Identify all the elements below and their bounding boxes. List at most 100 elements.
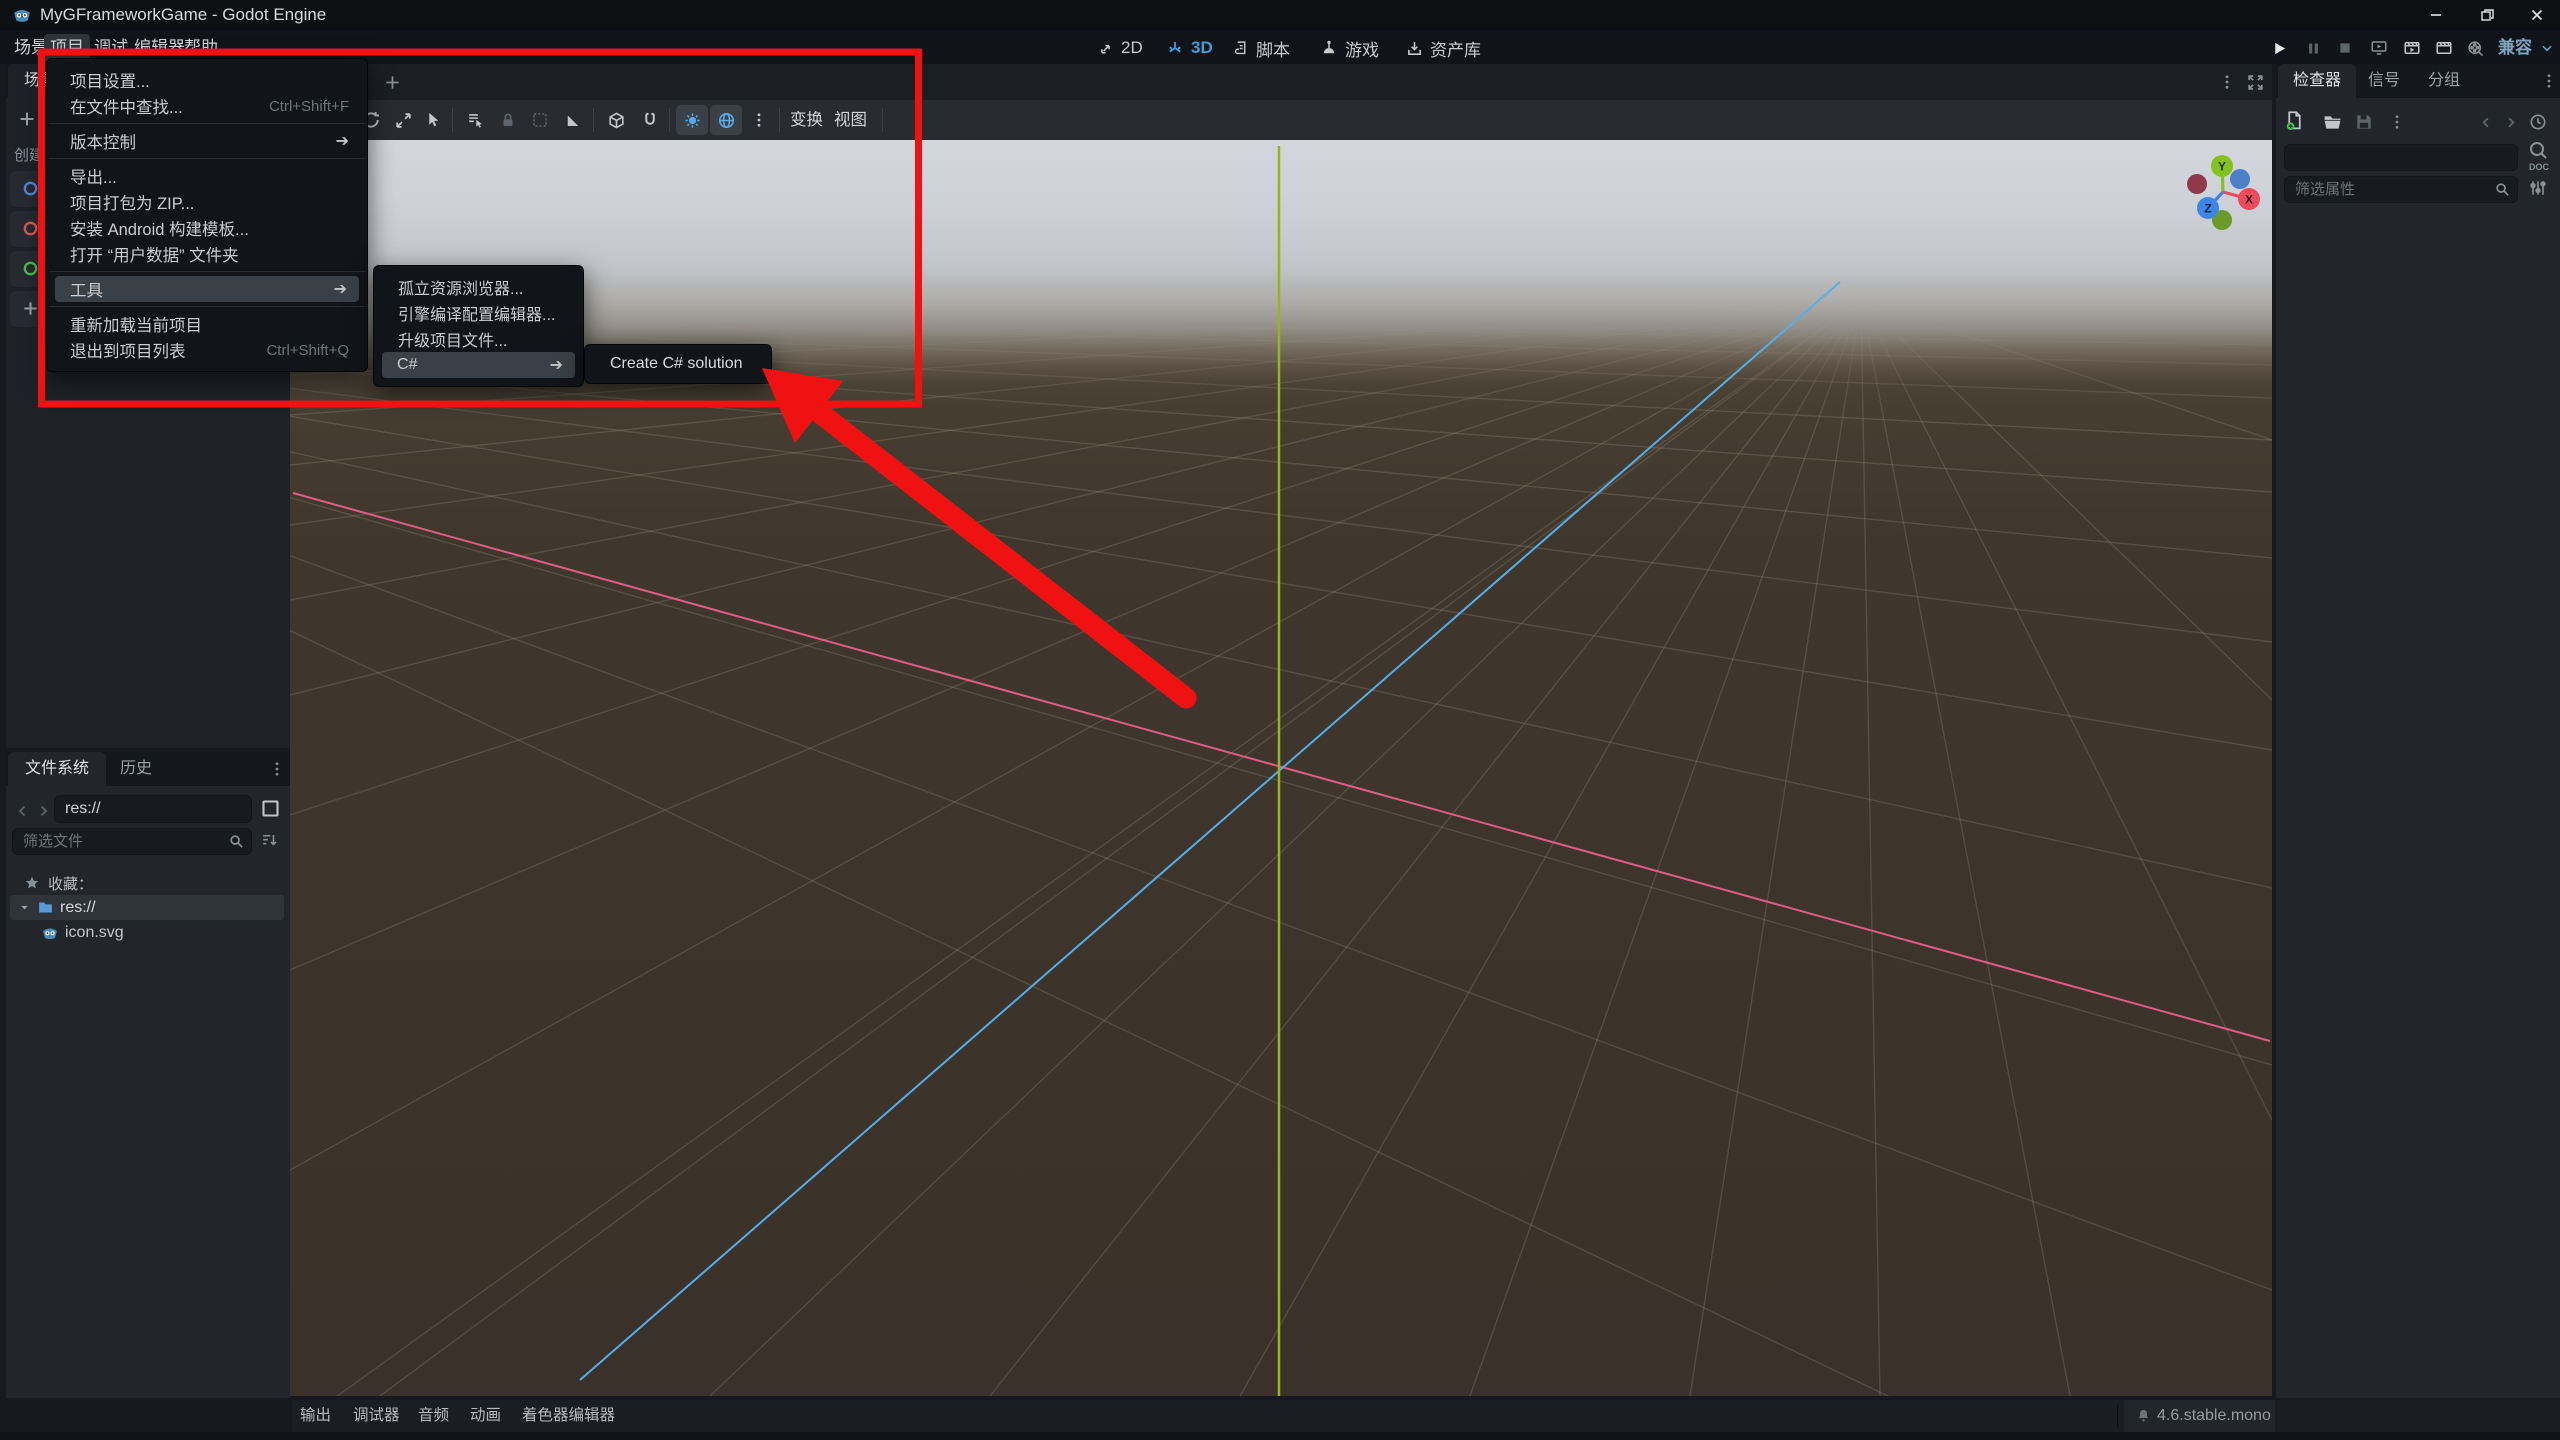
scene-tabs-menu-icon[interactable] [2218, 73, 2236, 91]
select-tool-icon[interactable] [418, 100, 448, 140]
inspector-dock-menu-icon[interactable] [2540, 72, 2558, 90]
group-icon[interactable] [525, 100, 555, 140]
movie-maker-button[interactable] [2462, 34, 2488, 62]
load-resource-icon[interactable] [2322, 112, 2343, 133]
path-field[interactable] [54, 795, 252, 823]
tab-output[interactable]: 输出 [300, 1400, 331, 1432]
menu-item-export[interactable]: 导出... [47, 163, 367, 189]
filter-files-input[interactable] [12, 828, 252, 855]
play-scene-button[interactable] [2399, 34, 2425, 62]
property-tools-icon[interactable] [2528, 178, 2548, 198]
tab-2d[interactable]: 2D [1097, 33, 1143, 63]
filter-properties-input[interactable] [2284, 176, 2518, 203]
2d-icon [1097, 40, 1114, 57]
2d-scene-icon [20, 178, 41, 199]
preview-environment-icon[interactable] [711, 100, 741, 140]
submenu-arrow-icon: ➔ [549, 357, 563, 374]
tab-audio[interactable]: 音频 [418, 1400, 449, 1432]
tab-history[interactable]: 历史 [110, 752, 162, 786]
menu-item-quit-to-list[interactable]: 退出到项目列表 Ctrl+Shift+Q [47, 337, 367, 363]
axis-neg-x-ball[interactable] [2187, 174, 2207, 194]
preview-sun-icon[interactable] [677, 100, 707, 140]
doc-search-icon[interactable]: DOC [2526, 140, 2552, 172]
tab-signals[interactable]: 信号 [2362, 64, 2406, 98]
bell-icon [2136, 1408, 2151, 1423]
toggle-split-mode-icon[interactable] [260, 798, 281, 819]
lock-icon[interactable] [493, 100, 523, 140]
distraction-free-icon[interactable] [2246, 73, 2265, 92]
sort-files-icon[interactable] [260, 831, 279, 850]
menu-item-project-settings[interactable]: 项目设置... [47, 67, 367, 93]
tools-submenu-popup: 孤立资源浏览器... 引擎编译配置编辑器... 升级项目文件... C# ➔ [373, 265, 584, 387]
godot-editor-window: MyGFrameworkGame - Godot Engine 场景 项目 调试… [0, 0, 2560, 1440]
ruler-icon[interactable] [558, 100, 588, 140]
history-back-icon[interactable] [2478, 114, 2495, 131]
play-custom-scene-button[interactable] [2431, 34, 2457, 62]
tab-game[interactable]: 游戏 [1320, 33, 1379, 63]
tab-script[interactable]: 脚本 [1232, 33, 1290, 63]
scale-tool-icon[interactable] [388, 100, 418, 140]
menu-item-orphan-explorer[interactable]: 孤立资源浏览器... [374, 274, 583, 300]
menu-item-find-in-files[interactable]: 在文件中查找... Ctrl+Shift+F [47, 93, 367, 119]
menu-item-upgrade-files[interactable]: 升级项目文件... [374, 326, 583, 352]
3d-viewport[interactable] [290, 140, 2272, 1396]
renderer-dropdown[interactable]: 兼容 [2498, 33, 2532, 63]
menu-item-install-android[interactable]: 安装 Android 构建模板... [47, 215, 367, 241]
tab-shader-editor[interactable]: 着色器编辑器 [522, 1400, 615, 1432]
tab-groups[interactable]: 分组 [2422, 64, 2466, 98]
filesystem-dock: 文件系统 历史 收藏： res:// icon.svg [6, 752, 290, 1398]
add-node-icon[interactable] [16, 108, 38, 130]
history-forward-icon[interactable] [2502, 114, 2519, 131]
tab-debugger[interactable]: 调试器 [353, 1400, 400, 1432]
list-select-icon[interactable] [460, 100, 490, 140]
tree-row-file[interactable]: icon.svg [42, 921, 124, 945]
dock-menu-icon[interactable] [268, 760, 286, 778]
favorites-header: 收藏： [24, 872, 93, 894]
tab-animation[interactable]: 动画 [470, 1400, 501, 1432]
menu-item-pack-zip[interactable]: 项目打包为 ZIP... [47, 189, 367, 215]
transform-menu[interactable]: 变换 [790, 100, 823, 140]
tab-filesystem[interactable]: 文件系统 [8, 752, 106, 786]
tab-inspector[interactable]: 检查器 [2278, 64, 2356, 98]
doc-label: DOC [2529, 162, 2550, 172]
new-resource-icon[interactable] [2284, 110, 2305, 131]
view-menu[interactable]: 视图 [834, 100, 867, 140]
x-axis-line [292, 492, 2271, 1042]
play-button[interactable] [2266, 34, 2292, 62]
chevron-down-icon[interactable] [2540, 41, 2554, 55]
pause-button[interactable] [2300, 34, 2326, 62]
edit-history-icon[interactable] [2528, 112, 2548, 132]
resource-name-field[interactable] [2284, 144, 2518, 171]
tab-assetlib[interactable]: 资产库 [1406, 33, 1481, 63]
resource-menu-icon[interactable] [2388, 113, 2406, 131]
snap-magnet-icon[interactable] [635, 100, 665, 140]
menu-separator [49, 306, 365, 307]
preview-menu-icon[interactable] [744, 100, 774, 140]
submenu-arrow-icon: ➔ [335, 133, 349, 150]
menu-item-create-csharp-solution[interactable]: Create C# solution [585, 351, 771, 377]
game-icon [1320, 39, 1338, 57]
minimize-button[interactable] [2413, 0, 2459, 30]
view-axis-gizmo[interactable]: Y X Z [2178, 150, 2268, 240]
menu-item-csharp[interactable]: C# ➔ [382, 352, 575, 378]
restore-button[interactable] [2464, 0, 2510, 30]
nav-forward-icon[interactable] [34, 802, 52, 820]
tree-row-root[interactable]: res:// [10, 895, 284, 920]
menu-item-open-user-data[interactable]: 打开 “用户数据” 文件夹 [47, 241, 367, 267]
axis-neg-z-ball[interactable] [2230, 169, 2250, 189]
menu-item-version-control[interactable]: 版本控制 ➔ [47, 128, 367, 154]
menu-item-reload-project[interactable]: 重新加载当前项目 [47, 311, 367, 337]
gizmo-cube-icon[interactable] [601, 100, 631, 140]
close-button[interactable] [2514, 0, 2560, 30]
save-resource-icon[interactable] [2354, 112, 2374, 132]
stop-button[interactable] [2332, 34, 2358, 62]
menu-item-engine-compile[interactable]: 引擎编译配置编辑器... [374, 300, 583, 326]
nav-back-icon[interactable] [14, 802, 32, 820]
menu-item-tools[interactable]: 工具 ➔ [55, 276, 359, 302]
play-remote-button[interactable] [2366, 34, 2392, 62]
caret-down-icon[interactable] [18, 901, 31, 914]
add-scene-tab-icon[interactable] [382, 72, 403, 93]
create-root-label: 创建 [14, 147, 45, 164]
version-chip[interactable]: 4.6.stable.mono [2124, 1400, 2275, 1432]
tab-3d[interactable]: 3D [1166, 33, 1213, 63]
